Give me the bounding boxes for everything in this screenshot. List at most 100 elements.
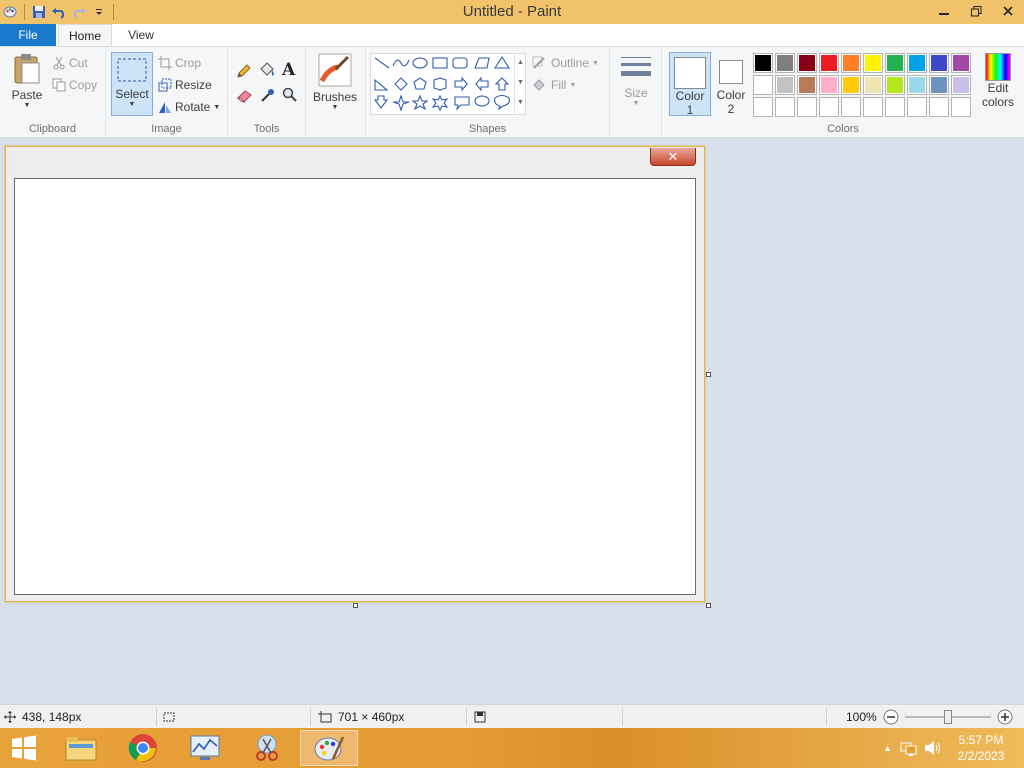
customize-qat-chevron-icon[interactable]	[91, 4, 107, 20]
color-swatch[interactable]	[753, 53, 773, 73]
brushes-button[interactable]: Brushes ▼	[312, 53, 358, 111]
fill-button[interactable]: Fill ▼	[532, 75, 576, 95]
color-swatch[interactable]	[841, 53, 861, 73]
tab-view[interactable]: View	[116, 24, 166, 46]
crop-button[interactable]: Crop	[158, 53, 201, 73]
redo-icon[interactable]	[71, 4, 87, 20]
paint-palette-icon	[314, 736, 345, 761]
pencil-icon[interactable]	[236, 63, 252, 82]
eraser-icon[interactable]	[236, 87, 254, 106]
shapes-scroll[interactable]: ▲ ▼ ▼	[514, 53, 526, 115]
restore-button[interactable]	[960, 0, 992, 22]
color-swatch[interactable]	[951, 53, 971, 73]
color-swatch[interactable]	[819, 75, 839, 95]
paint-app-icon[interactable]	[2, 4, 18, 20]
color-picker-icon[interactable]	[260, 87, 276, 106]
clipboard-group-label: Clipboard	[28, 123, 77, 135]
color-swatch[interactable]	[819, 53, 839, 73]
color-swatch[interactable]	[841, 97, 861, 117]
magnifier-icon[interactable]	[282, 87, 298, 106]
minimize-button[interactable]	[928, 0, 960, 22]
tab-home[interactable]: Home	[58, 24, 112, 46]
zoom-slider[interactable]	[904, 709, 991, 725]
canvas-window-close-button[interactable]: ✕	[650, 148, 696, 166]
shapes-scroll-up-icon[interactable]: ▲	[515, 53, 526, 73]
resize-handle-right[interactable]	[706, 372, 711, 377]
taskbar-snipping-tool[interactable]	[238, 730, 296, 766]
color-swatch[interactable]	[951, 97, 971, 117]
zoom-out-icon[interactable]	[883, 709, 899, 725]
taskbar-paint[interactable]	[300, 730, 358, 766]
outline-button[interactable]: Outline ▼	[532, 53, 599, 73]
select-button[interactable]: Select ▼	[111, 52, 153, 116]
color-swatch[interactable]	[863, 97, 883, 117]
undo-icon[interactable]	[51, 4, 67, 20]
show-desktop-button[interactable]	[1016, 728, 1024, 768]
color-swatch[interactable]	[753, 97, 773, 117]
select-rectangle-icon	[117, 58, 147, 82]
color-swatch[interactable]	[863, 75, 883, 95]
rotate-button[interactable]: Rotate ▼	[158, 97, 220, 117]
color-swatch[interactable]	[885, 75, 905, 95]
color-swatch-fill	[931, 55, 947, 71]
zoom-slider-thumb[interactable]	[943, 710, 952, 724]
network-icon[interactable]	[900, 740, 918, 756]
shapes-gallery[interactable]	[370, 53, 526, 115]
resize-handle-corner[interactable]	[706, 603, 711, 608]
color-swatch[interactable]	[797, 75, 817, 95]
selection-size	[162, 705, 176, 729]
color-swatch[interactable]	[885, 97, 905, 117]
chrome-icon	[128, 734, 157, 762]
color-swatch[interactable]	[797, 97, 817, 117]
color-swatch[interactable]	[929, 75, 949, 95]
color-swatch[interactable]	[907, 75, 927, 95]
color-swatch[interactable]	[863, 53, 883, 73]
color-swatch[interactable]	[775, 53, 795, 73]
taskbar-file-explorer[interactable]	[52, 730, 110, 766]
taskbar-chrome[interactable]	[114, 730, 172, 766]
save-icon[interactable]	[31, 4, 47, 20]
tab-file[interactable]: File	[0, 24, 56, 46]
shapes-scroll-down-icon[interactable]: ▼	[515, 73, 526, 93]
color-swatch[interactable]	[841, 75, 861, 95]
workspace: ✕	[0, 138, 1024, 704]
canvas-size-value: 701 × 460px	[338, 710, 405, 724]
text-tool-icon[interactable]: A	[282, 60, 295, 80]
color-swatch[interactable]	[951, 75, 971, 95]
color-swatch[interactable]	[929, 53, 949, 73]
shapes-expand-icon[interactable]: ▼	[515, 93, 526, 113]
taskbar-resource-monitor[interactable]	[176, 730, 234, 766]
color-swatch[interactable]	[753, 75, 773, 95]
color-swatch[interactable]	[907, 97, 927, 117]
size-button[interactable]: Size ▼	[616, 55, 656, 107]
color-swatch[interactable]	[775, 75, 795, 95]
fill-bucket-icon[interactable]	[258, 61, 276, 82]
cut-button[interactable]: Cut	[52, 53, 88, 73]
status-divider	[310, 708, 311, 726]
color-swatch[interactable]	[885, 53, 905, 73]
color-swatch[interactable]	[929, 97, 949, 117]
volume-icon[interactable]	[924, 740, 942, 756]
paste-button[interactable]: Paste ▼	[6, 53, 48, 109]
tools-group-label: Tools	[253, 123, 280, 135]
color-swatch[interactable]	[797, 53, 817, 73]
edit-colors-button[interactable]: Edit colors	[978, 53, 1018, 109]
zoom-in-icon[interactable]	[997, 709, 1013, 725]
close-window-button[interactable]	[992, 0, 1024, 22]
system-clock[interactable]: 5:57 PM 2/2/2023	[946, 732, 1016, 764]
monitor-chart-icon	[190, 735, 220, 760]
color-swatch[interactable]	[907, 53, 927, 73]
cut-icon	[53, 56, 65, 70]
drawing-canvas[interactable]	[14, 178, 696, 595]
status-divider	[622, 708, 623, 726]
start-button[interactable]	[0, 730, 48, 766]
copy-button[interactable]: Copy	[52, 75, 97, 95]
resize-button[interactable]: Resize	[158, 75, 212, 95]
size-dropdown-icon: ▼	[632, 100, 640, 107]
color-swatch[interactable]	[819, 97, 839, 117]
taskbar: ▲ 5:57 PM 2/2/2023	[0, 728, 1024, 768]
select-label: Select	[115, 87, 149, 101]
resize-handle-bottom[interactable]	[353, 603, 358, 608]
color-swatch[interactable]	[775, 97, 795, 117]
show-hidden-icons-chevron-icon[interactable]: ▲	[883, 743, 892, 753]
